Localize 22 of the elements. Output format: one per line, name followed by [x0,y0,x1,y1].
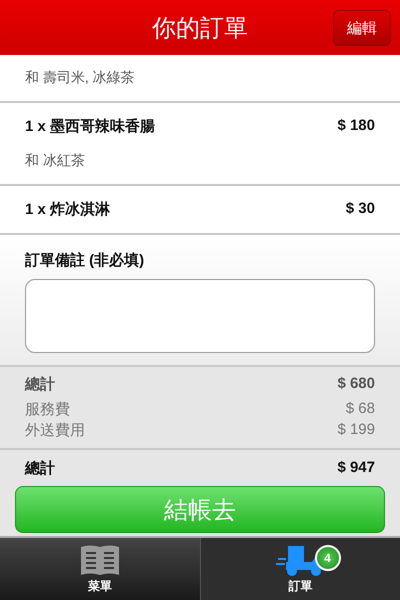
count-badge: 4 [314,545,340,571]
total-label: 總計 [25,459,55,478]
summary-value: $ 680 [337,375,375,394]
item-name: 1 x 炸冰淇淋 [25,200,110,219]
edit-button[interactable]: 編輯 [333,10,391,46]
item-name: 1 x 墨西哥辣味香腸 [25,117,156,136]
remarks-field[interactable] [25,279,375,353]
summary-label: 服務費 [25,400,70,419]
summary-value: $ 68 [346,400,375,419]
tab[interactable]: 菜單 [0,538,200,600]
page-title: 你的訂單 [152,14,248,44]
summary-value: $ 199 [337,421,375,440]
summary-label: 總計 [25,375,55,394]
summary-label: 外送費用 [25,421,85,440]
tab[interactable]: 訂單 4 [200,538,400,600]
total-value: $ 947 [337,459,375,478]
item-note: 和 壽司米, 冰綠茶 [25,69,136,87]
item-note: 和 冰紅茶 [25,152,86,170]
item-price: $ 30 [346,200,375,219]
item-price: $ 180 [337,117,375,136]
remarks-label: 訂單備註 (非必填) [25,251,146,270]
book-icon [80,544,120,576]
